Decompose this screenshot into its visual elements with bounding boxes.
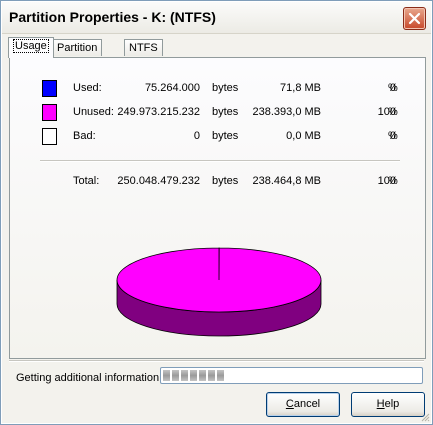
progress-block [181, 370, 188, 381]
total-mb: 238.464,8 MB [252, 175, 322, 187]
unused-label: Unused: [73, 106, 114, 118]
usage-row-total: Total: 250.048.479.232 bytes 238.464,8 M… [10, 173, 425, 191]
used-label: Used: [73, 82, 102, 94]
tab-partition-info[interactable]: Partition Info [52, 39, 103, 70]
usage-row-bad: Bad: 0 bytes 0,0 MB 0 % [10, 128, 425, 146]
used-percent-sign: % [388, 82, 398, 94]
progress-fill [163, 370, 226, 381]
tab-usage-label: Usage [13, 39, 49, 53]
total-bytes: 250.048.479.232 [117, 175, 200, 187]
total-label: Total: [73, 175, 100, 187]
usage-pie-chart [116, 247, 322, 337]
resize-grip-icon[interactable] [420, 412, 430, 422]
unused-mb: 238.393,0 MB [252, 106, 322, 118]
close-icon [408, 12, 421, 25]
progress-block [190, 370, 197, 381]
unused-bytes: 249.973.215.232 [117, 106, 200, 118]
title-bar[interactable]: Partition Properties - K: (NTFS) [2, 2, 431, 34]
pie-slice-unused [116, 247, 322, 313]
unused-unit: bytes [212, 106, 239, 118]
used-mb: 71,8 MB [280, 82, 321, 94]
progress-block [208, 370, 215, 381]
help-button-label: Help [376, 398, 400, 410]
progress-block [172, 370, 179, 381]
progress-bar [160, 367, 423, 384]
tab-usage[interactable]: Usage [8, 37, 54, 58]
cancel-button-label: Cancel [285, 398, 321, 410]
usage-panel: Used: 75.264.000 bytes 71,8 MB 0 % Unuse… [9, 57, 426, 359]
used-color-swatch [42, 80, 57, 97]
tab-ntfs-info[interactable]: NTFS Info [124, 39, 163, 70]
bad-bytes: 0 [193, 130, 200, 142]
close-button[interactable] [403, 7, 426, 30]
unused-color-swatch [42, 104, 57, 121]
progress-block [163, 370, 170, 381]
used-bytes: 75.264.000 [144, 82, 200, 94]
bad-percent-sign: % [388, 130, 398, 142]
bad-mb: 0,0 MB [286, 130, 321, 142]
bad-color-swatch [42, 128, 57, 145]
usage-row-unused: Unused: 249.973.215.232 bytes 238.393,0 … [10, 104, 425, 122]
bad-unit: bytes [212, 130, 239, 142]
total-percent-sign: % [388, 175, 398, 187]
progress-block [217, 370, 224, 381]
partition-properties-window: Partition Properties - K: (NTFS) Usage P… [0, 0, 433, 425]
progress-block [199, 370, 206, 381]
usage-row-used: Used: 75.264.000 bytes 71,8 MB 0 % [10, 80, 425, 98]
status-text: Getting additional information [16, 372, 160, 384]
help-button[interactable]: Help [351, 392, 425, 417]
status-separator [9, 360, 424, 362]
unused-percent-sign: % [388, 106, 398, 118]
total-unit: bytes [212, 175, 239, 187]
bad-label: Bad: [73, 130, 96, 142]
used-unit: bytes [212, 82, 239, 94]
totals-divider [40, 160, 400, 162]
window-title: Partition Properties - K: (NTFS) [9, 9, 216, 25]
cancel-button[interactable]: Cancel [266, 392, 340, 417]
